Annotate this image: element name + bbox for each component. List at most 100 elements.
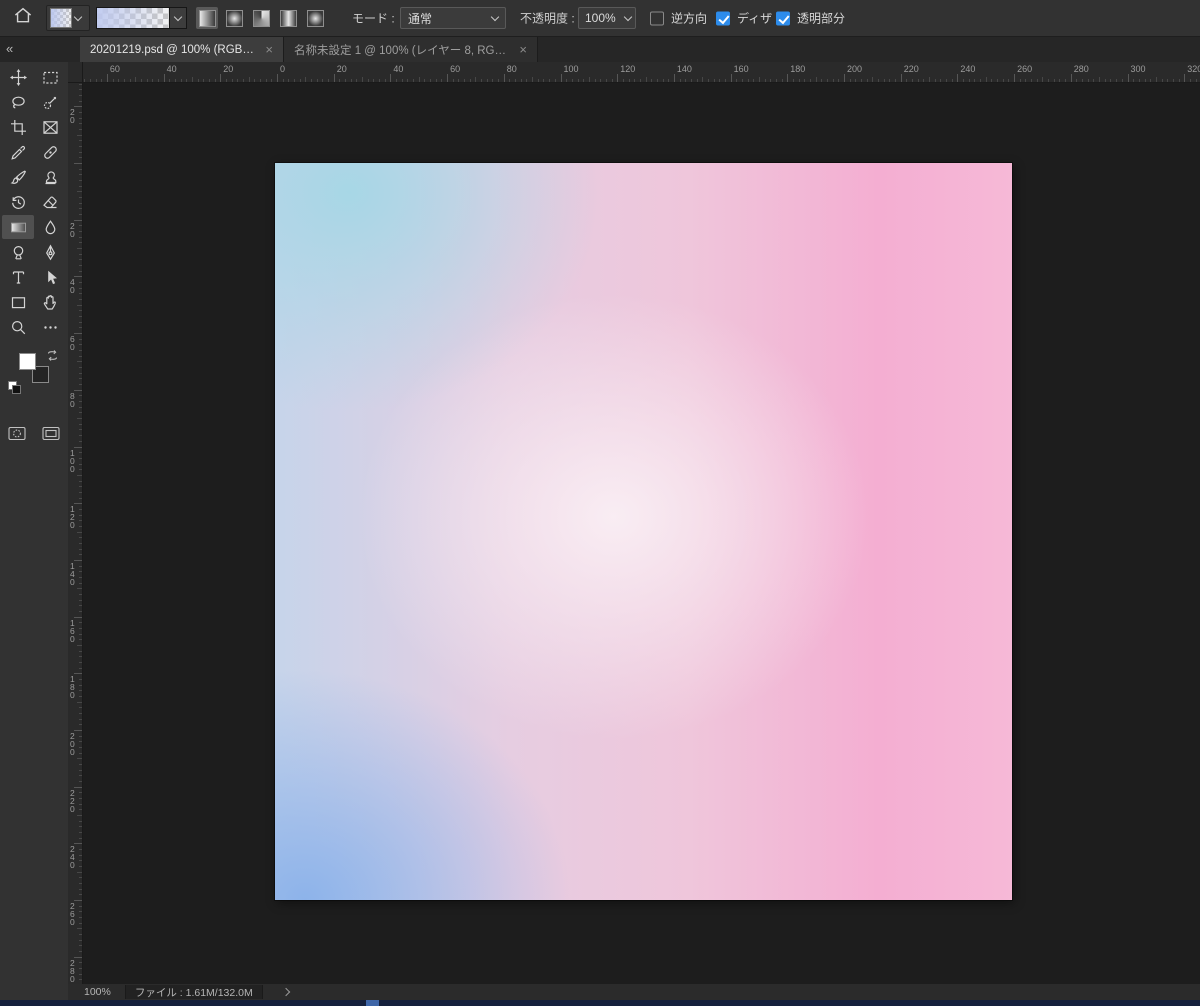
angle-gradient-button[interactable] [250, 7, 272, 29]
type-tool[interactable] [2, 265, 34, 289]
quick-mask-button[interactable] [7, 425, 27, 441]
canvas-area[interactable] [83, 83, 1200, 984]
tab-close-icon[interactable]: × [519, 43, 527, 56]
ruler-label: 40 [393, 64, 404, 74]
ruler-tick [208, 79, 210, 82]
ruler-tick [1167, 79, 1169, 82]
diamond-gradient-button[interactable] [304, 7, 326, 29]
dither-checkbox-box[interactable] [716, 11, 730, 25]
ruler-tick [384, 79, 386, 82]
ruler-tick [849, 79, 851, 82]
frame-tool[interactable] [34, 115, 66, 139]
opacity-dropdown-button[interactable] [621, 7, 636, 29]
radial-gradient-button[interactable] [223, 7, 245, 29]
eraser-tool[interactable] [34, 190, 66, 214]
ruler-tick [407, 79, 409, 82]
ruler-tick [929, 77, 931, 82]
move-tool[interactable] [2, 65, 34, 89]
eyedropper-tool[interactable] [2, 140, 34, 164]
ruler-tick [79, 100, 82, 102]
gradient-preview [96, 7, 170, 29]
transparency-checkbox-box[interactable] [776, 11, 790, 25]
pen-tool-icon [42, 244, 59, 261]
home-button[interactable] [12, 7, 34, 29]
dodge-tool[interactable] [2, 240, 34, 264]
ruler-tick [724, 79, 726, 82]
move-tool-icon [9, 68, 27, 86]
rectangular-marquee-tool[interactable] [34, 65, 66, 89]
ruler-label: 2 4 0 [70, 844, 75, 871]
ruler-tick [424, 79, 426, 82]
ruler-tick [611, 79, 613, 82]
lasso-tool[interactable] [2, 90, 34, 114]
taskbar-sliver [0, 1000, 1200, 1006]
ruler-tick [77, 758, 82, 760]
screen-mode-button[interactable] [41, 425, 61, 441]
brush-tool[interactable] [2, 165, 34, 189]
dither-checkbox[interactable]: ディザ [716, 10, 772, 27]
ruler-tick [957, 74, 959, 82]
swap-colors-icon[interactable] [46, 349, 59, 367]
blur-tool[interactable] [34, 215, 66, 239]
ruler-tick [883, 79, 885, 82]
pen-tool[interactable] [34, 240, 66, 264]
status-expand-chevron-icon[interactable] [281, 987, 290, 997]
linear-gradient-button[interactable] [196, 7, 218, 29]
ruler-tick [79, 939, 82, 941]
zoom-tool[interactable] [2, 315, 34, 339]
ruler-label: 40 [166, 64, 177, 74]
reflected-gradient-button[interactable] [277, 7, 299, 29]
ruler-tick [77, 928, 82, 930]
ruler-tick [74, 900, 82, 902]
ruler-origin-corner[interactable] [68, 62, 83, 83]
more-tools[interactable] [34, 315, 66, 339]
mode-select[interactable]: 通常 [400, 7, 506, 29]
document-canvas[interactable] [275, 163, 1012, 900]
hand-tool[interactable] [34, 290, 66, 314]
ruler-tick [577, 79, 579, 82]
clone-stamp-tool[interactable] [34, 165, 66, 189]
ruler-tick [79, 934, 82, 936]
ruler-tick [328, 79, 330, 82]
quick-selection-tool[interactable] [34, 90, 66, 114]
zoom-level[interactable]: 100% [84, 986, 111, 998]
ruler-tick [707, 79, 709, 82]
document-tab[interactable]: 名称未設定 1 @ 100% (レイヤー 8, RGB/8#) * × [284, 37, 538, 62]
transparency-checkbox[interactable]: 透明部分 [776, 10, 845, 27]
history-brush-tool[interactable] [2, 190, 34, 214]
ruler-label: 4 0 [70, 277, 75, 296]
tab-close-icon[interactable]: × [265, 43, 273, 56]
reverse-checkbox-box[interactable] [650, 11, 664, 25]
ruler-tick [1189, 79, 1191, 82]
ruler-tick [79, 310, 82, 312]
ruler-tick [79, 894, 82, 896]
ruler-tick [1008, 79, 1010, 82]
healing-brush-tool[interactable] [34, 140, 66, 164]
foreground-color-swatch[interactable] [19, 353, 36, 370]
ruler-tick [503, 74, 505, 82]
ruler-tick [79, 877, 82, 879]
opacity-input[interactable]: 100% [578, 7, 622, 29]
gradient-picker-dropdown-button[interactable] [170, 7, 187, 29]
path-selection-tool[interactable] [34, 265, 66, 289]
ruler-tick [79, 412, 82, 414]
reverse-checkbox[interactable]: 逆方向 [650, 10, 707, 27]
ruler-tick [486, 79, 488, 82]
linear-gradient-icon [198, 9, 216, 27]
collapse-panels-button[interactable]: « [6, 41, 13, 56]
ruler-tick [79, 599, 82, 601]
ruler-tick [906, 79, 908, 82]
ruler-tick [895, 79, 897, 82]
ruler-tick [79, 384, 82, 386]
default-colors-icon[interactable] [8, 381, 21, 394]
document-tab[interactable]: 20201219.psd @ 100% (RGB/8#) * × [80, 37, 284, 62]
type-tool-icon [10, 269, 27, 286]
tool-preset-picker[interactable] [46, 5, 90, 31]
ruler-tick [74, 786, 82, 788]
vertical-ruler[interactable]: 2 0 2 0 4 0 6 0 8 0 1 0 0 1 2 0 1 4 0 1 6 0 1 8 0… [68, 83, 83, 984]
gradient-tool[interactable] [2, 215, 34, 239]
horizontal-ruler[interactable]: 60 40 20 0 20 40 60 80 100 120 140 160 180 200 220 240 2… [83, 62, 1200, 83]
gradient-picker[interactable] [96, 7, 188, 29]
rectangle-tool[interactable] [2, 290, 34, 314]
crop-tool[interactable] [2, 115, 34, 139]
